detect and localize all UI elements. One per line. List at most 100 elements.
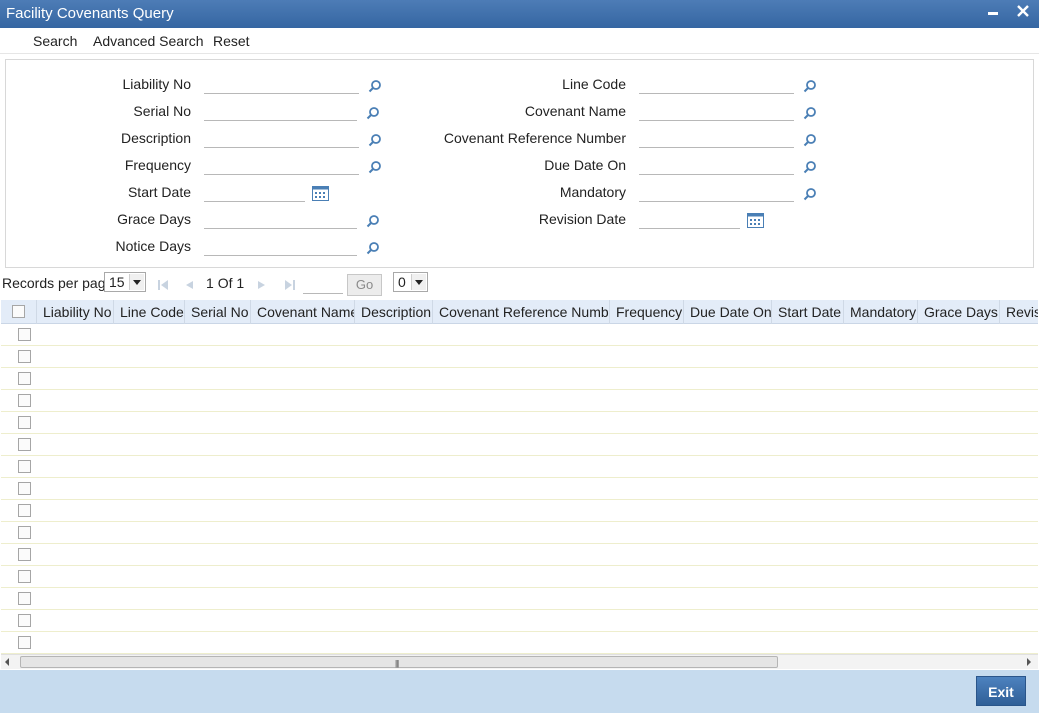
col-start-date[interactable]: Start Date [772,300,844,324]
table-row[interactable] [1,324,1038,346]
row-checkbox[interactable] [18,504,31,517]
exit-button[interactable]: Exit [976,676,1026,706]
covenant-reference-number-input[interactable] [639,130,794,148]
close-button[interactable] [1014,4,1032,22]
row-checkbox[interactable] [18,438,31,451]
covenant-name-input[interactable] [639,103,794,121]
table-row[interactable] [1,632,1038,654]
records-per-page-label: Records per page [2,275,114,291]
start-date-calendar-icon[interactable] [312,185,329,201]
label-frequency: Frequency [124,157,191,173]
liability-no-search-icon[interactable] [368,79,382,93]
col-serial-no[interactable]: Serial No [185,300,251,324]
menu-bar: Search Advanced Search Reset [0,28,1039,54]
row-checkbox[interactable] [18,372,31,385]
row-checkbox[interactable] [18,548,31,561]
covenant-reference-number-search-icon[interactable] [803,133,817,147]
table-row[interactable] [1,390,1038,412]
label-covenant-name: Covenant Name [524,103,626,119]
first-page-icon[interactable] [157,279,169,291]
col-revision-date[interactable]: Revisi [1000,300,1038,324]
table-row[interactable] [1,368,1038,390]
description-search-icon[interactable] [368,133,382,147]
col-description[interactable]: Description [355,300,433,324]
table-row[interactable] [1,566,1038,588]
table-row[interactable] [1,610,1038,632]
notice-days-input[interactable] [204,238,357,256]
row-checkbox[interactable] [18,526,31,539]
minimize-icon [988,12,998,15]
row-checkbox[interactable] [18,460,31,473]
scrollbar-thumb[interactable]: ||| [20,656,778,668]
liability-no-input[interactable] [204,76,359,94]
label-due-date-on: Due Date On [544,157,626,173]
row-checkbox[interactable] [18,328,31,341]
line-code-search-icon[interactable] [803,79,817,93]
due-date-on-input[interactable] [639,157,794,175]
scroll-right-icon[interactable] [1027,658,1031,666]
due-date-on-search-icon[interactable] [803,160,817,174]
row-checkbox[interactable] [18,614,31,627]
row-checkbox[interactable] [18,636,31,649]
row-checkbox[interactable] [18,592,31,605]
col-covenant-name[interactable]: Covenant Name [251,300,355,324]
table-row[interactable] [1,588,1038,610]
frequency-input[interactable] [204,157,359,175]
serial-no-search-icon[interactable] [366,106,380,120]
scroll-left-icon[interactable] [5,658,9,666]
col-grace-days[interactable]: Grace Days [918,300,1000,324]
last-page-icon[interactable] [284,279,296,291]
records-per-page-select[interactable]: 15 [104,272,146,292]
grace-days-input[interactable] [204,211,357,229]
row-checkbox[interactable] [18,416,31,429]
menu-search[interactable]: Search [33,33,77,49]
grip-icon: ||| [395,659,399,668]
chevron-down-icon [411,274,426,290]
col-due-date-on[interactable]: Due Date On [684,300,772,324]
frequency-search-icon[interactable] [368,160,382,174]
go-button[interactable]: Go [347,274,382,296]
mandatory-input[interactable] [639,184,794,202]
row-checkbox[interactable] [18,350,31,363]
goto-page-input[interactable] [303,277,343,294]
row-checkbox[interactable] [18,482,31,495]
select-all-checkbox[interactable] [12,305,25,318]
page-select[interactable]: 0 [393,272,428,292]
table-row[interactable] [1,544,1038,566]
col-liability-no[interactable]: Liability No [37,300,114,324]
notice-days-search-icon[interactable] [366,241,380,255]
revision-date-calendar-icon[interactable] [747,212,764,228]
table-header: Liability No Line Code Serial No Covenan… [1,300,1038,324]
covenant-name-search-icon[interactable] [803,106,817,120]
col-frequency[interactable]: Frequency [610,300,684,324]
table-row[interactable] [1,434,1038,456]
minimize-button[interactable] [984,4,1002,22]
table-row[interactable] [1,346,1038,368]
previous-page-icon[interactable] [184,279,194,291]
col-covenant-reference-number[interactable]: Covenant Reference Number [433,300,610,324]
menu-reset[interactable]: Reset [213,33,250,49]
next-page-icon[interactable] [257,279,267,291]
label-mandatory: Mandatory [559,184,626,200]
description-input[interactable] [204,130,359,148]
total-pages: 1 [236,275,245,291]
grace-days-search-icon[interactable] [366,214,380,228]
table-row[interactable] [1,500,1038,522]
revision-date-input[interactable] [639,211,740,229]
line-code-input[interactable] [639,76,794,94]
horizontal-scrollbar[interactable]: ||| [1,654,1038,669]
col-line-code[interactable]: Line Code [114,300,185,324]
window-title: Facility Covenants Query [6,5,174,22]
menu-advanced-search[interactable]: Advanced Search [93,33,204,49]
table-row[interactable] [1,456,1038,478]
col-mandatory[interactable]: Mandatory [844,300,918,324]
table-row[interactable] [1,412,1038,434]
row-checkbox[interactable] [18,570,31,583]
mandatory-search-icon[interactable] [803,187,817,201]
label-covenant-reference-number: Covenant Reference Number [443,130,626,146]
start-date-input[interactable] [204,184,305,202]
row-checkbox[interactable] [18,394,31,407]
serial-no-input[interactable] [204,103,357,121]
table-row[interactable] [1,522,1038,544]
table-row[interactable] [1,478,1038,500]
